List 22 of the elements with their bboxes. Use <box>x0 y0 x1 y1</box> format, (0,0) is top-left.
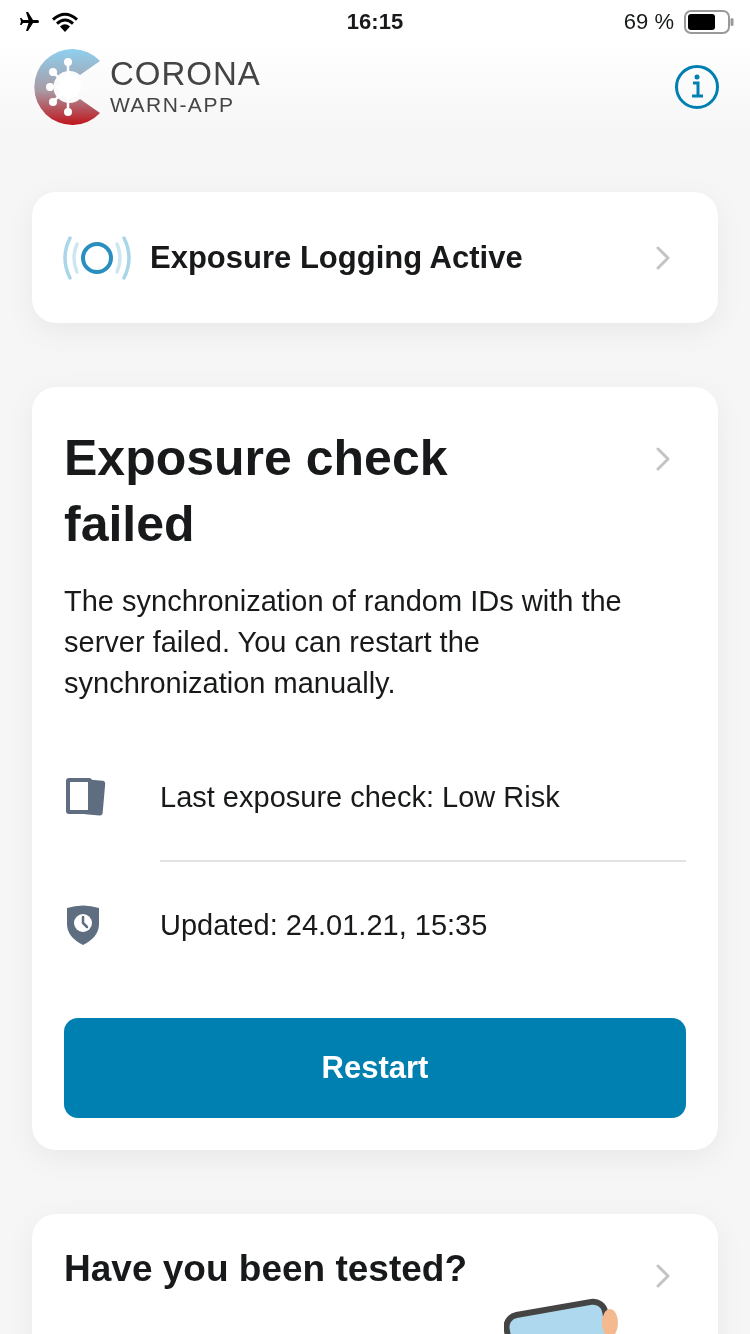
risk-detail-text: Updated: 24.01.21, 15:35 <box>160 908 488 942</box>
chevron-icon <box>656 447 670 471</box>
chevron-icon <box>656 245 670 270</box>
test-card-title: Have you been tested? <box>64 1248 467 1290</box>
risk-description: The synchronization of random IDs with the server failed. You can restart the synchronization manually. <box>64 584 623 701</box>
logo-title: CORONA <box>110 56 261 92</box>
battery-percentage: 69 % <box>623 9 674 35</box>
info-icon[interactable] <box>674 64 720 110</box>
exposure-logging-label: Exposure Logging Active <box>150 239 524 276</box>
status-time: 16:15 <box>346 9 404 35</box>
restart-button[interactable]: Restart <box>64 1018 686 1118</box>
chevron-icon <box>656 1264 670 1288</box>
logo-icon <box>32 47 102 127</box>
risk-detail-text: Last exposure check: Low Risk <box>160 780 560 814</box>
test-card[interactable]: Have you been tested? <box>32 1214 718 1334</box>
shield-clock-icon <box>64 904 102 946</box>
risk-title: Exposure check failed <box>64 429 449 554</box>
battery-icon <box>684 10 734 34</box>
wifi-icon <box>50 11 80 33</box>
exposure-logging-card[interactable]: Exposure Logging Active <box>32 192 718 323</box>
document-icon <box>64 777 106 817</box>
logo-subtitle: WARN-APP <box>110 92 236 118</box>
